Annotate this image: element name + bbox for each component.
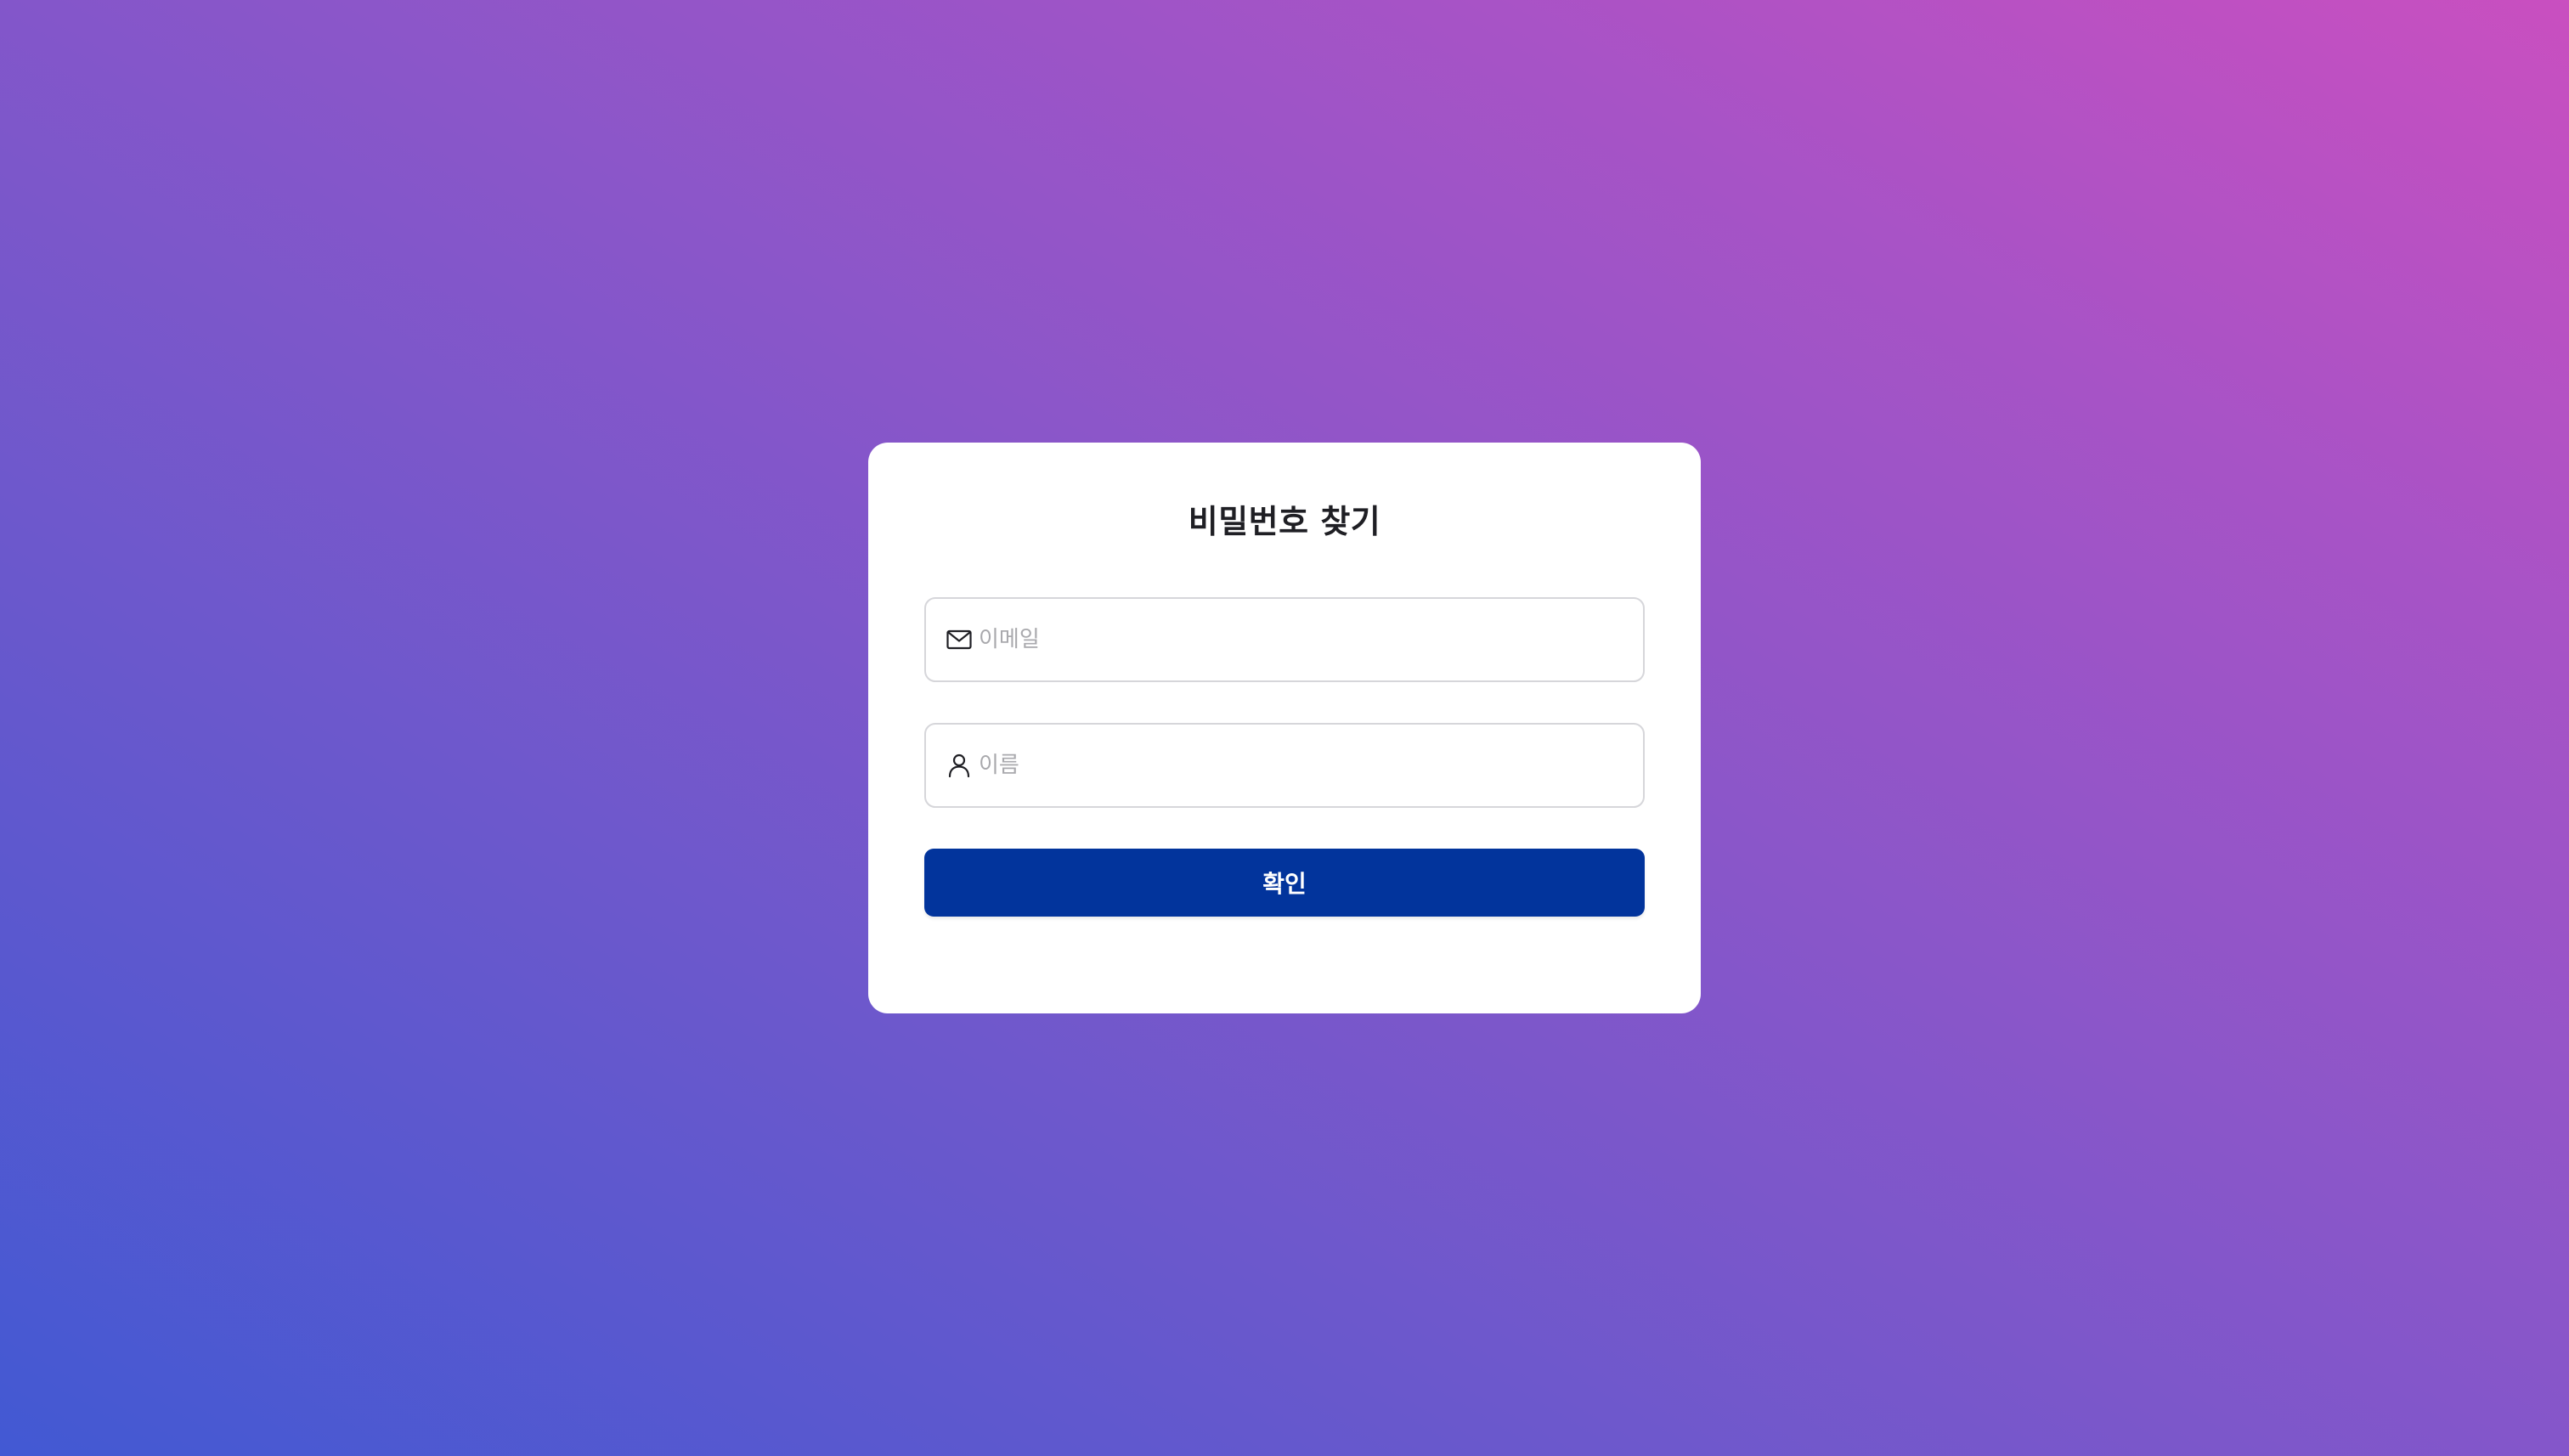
email-field[interactable]: [924, 597, 1645, 682]
email-input[interactable]: [979, 614, 1624, 665]
name-field[interactable]: [924, 723, 1645, 808]
user-icon: [945, 751, 974, 780]
mail-icon: [945, 625, 974, 654]
page-title: 비밀번호 찾기: [1188, 503, 1381, 540]
find-password-card: 비밀번호 찾기 확인: [868, 443, 1701, 1013]
confirm-button[interactable]: 확인: [924, 849, 1645, 917]
name-input[interactable]: [979, 740, 1624, 791]
